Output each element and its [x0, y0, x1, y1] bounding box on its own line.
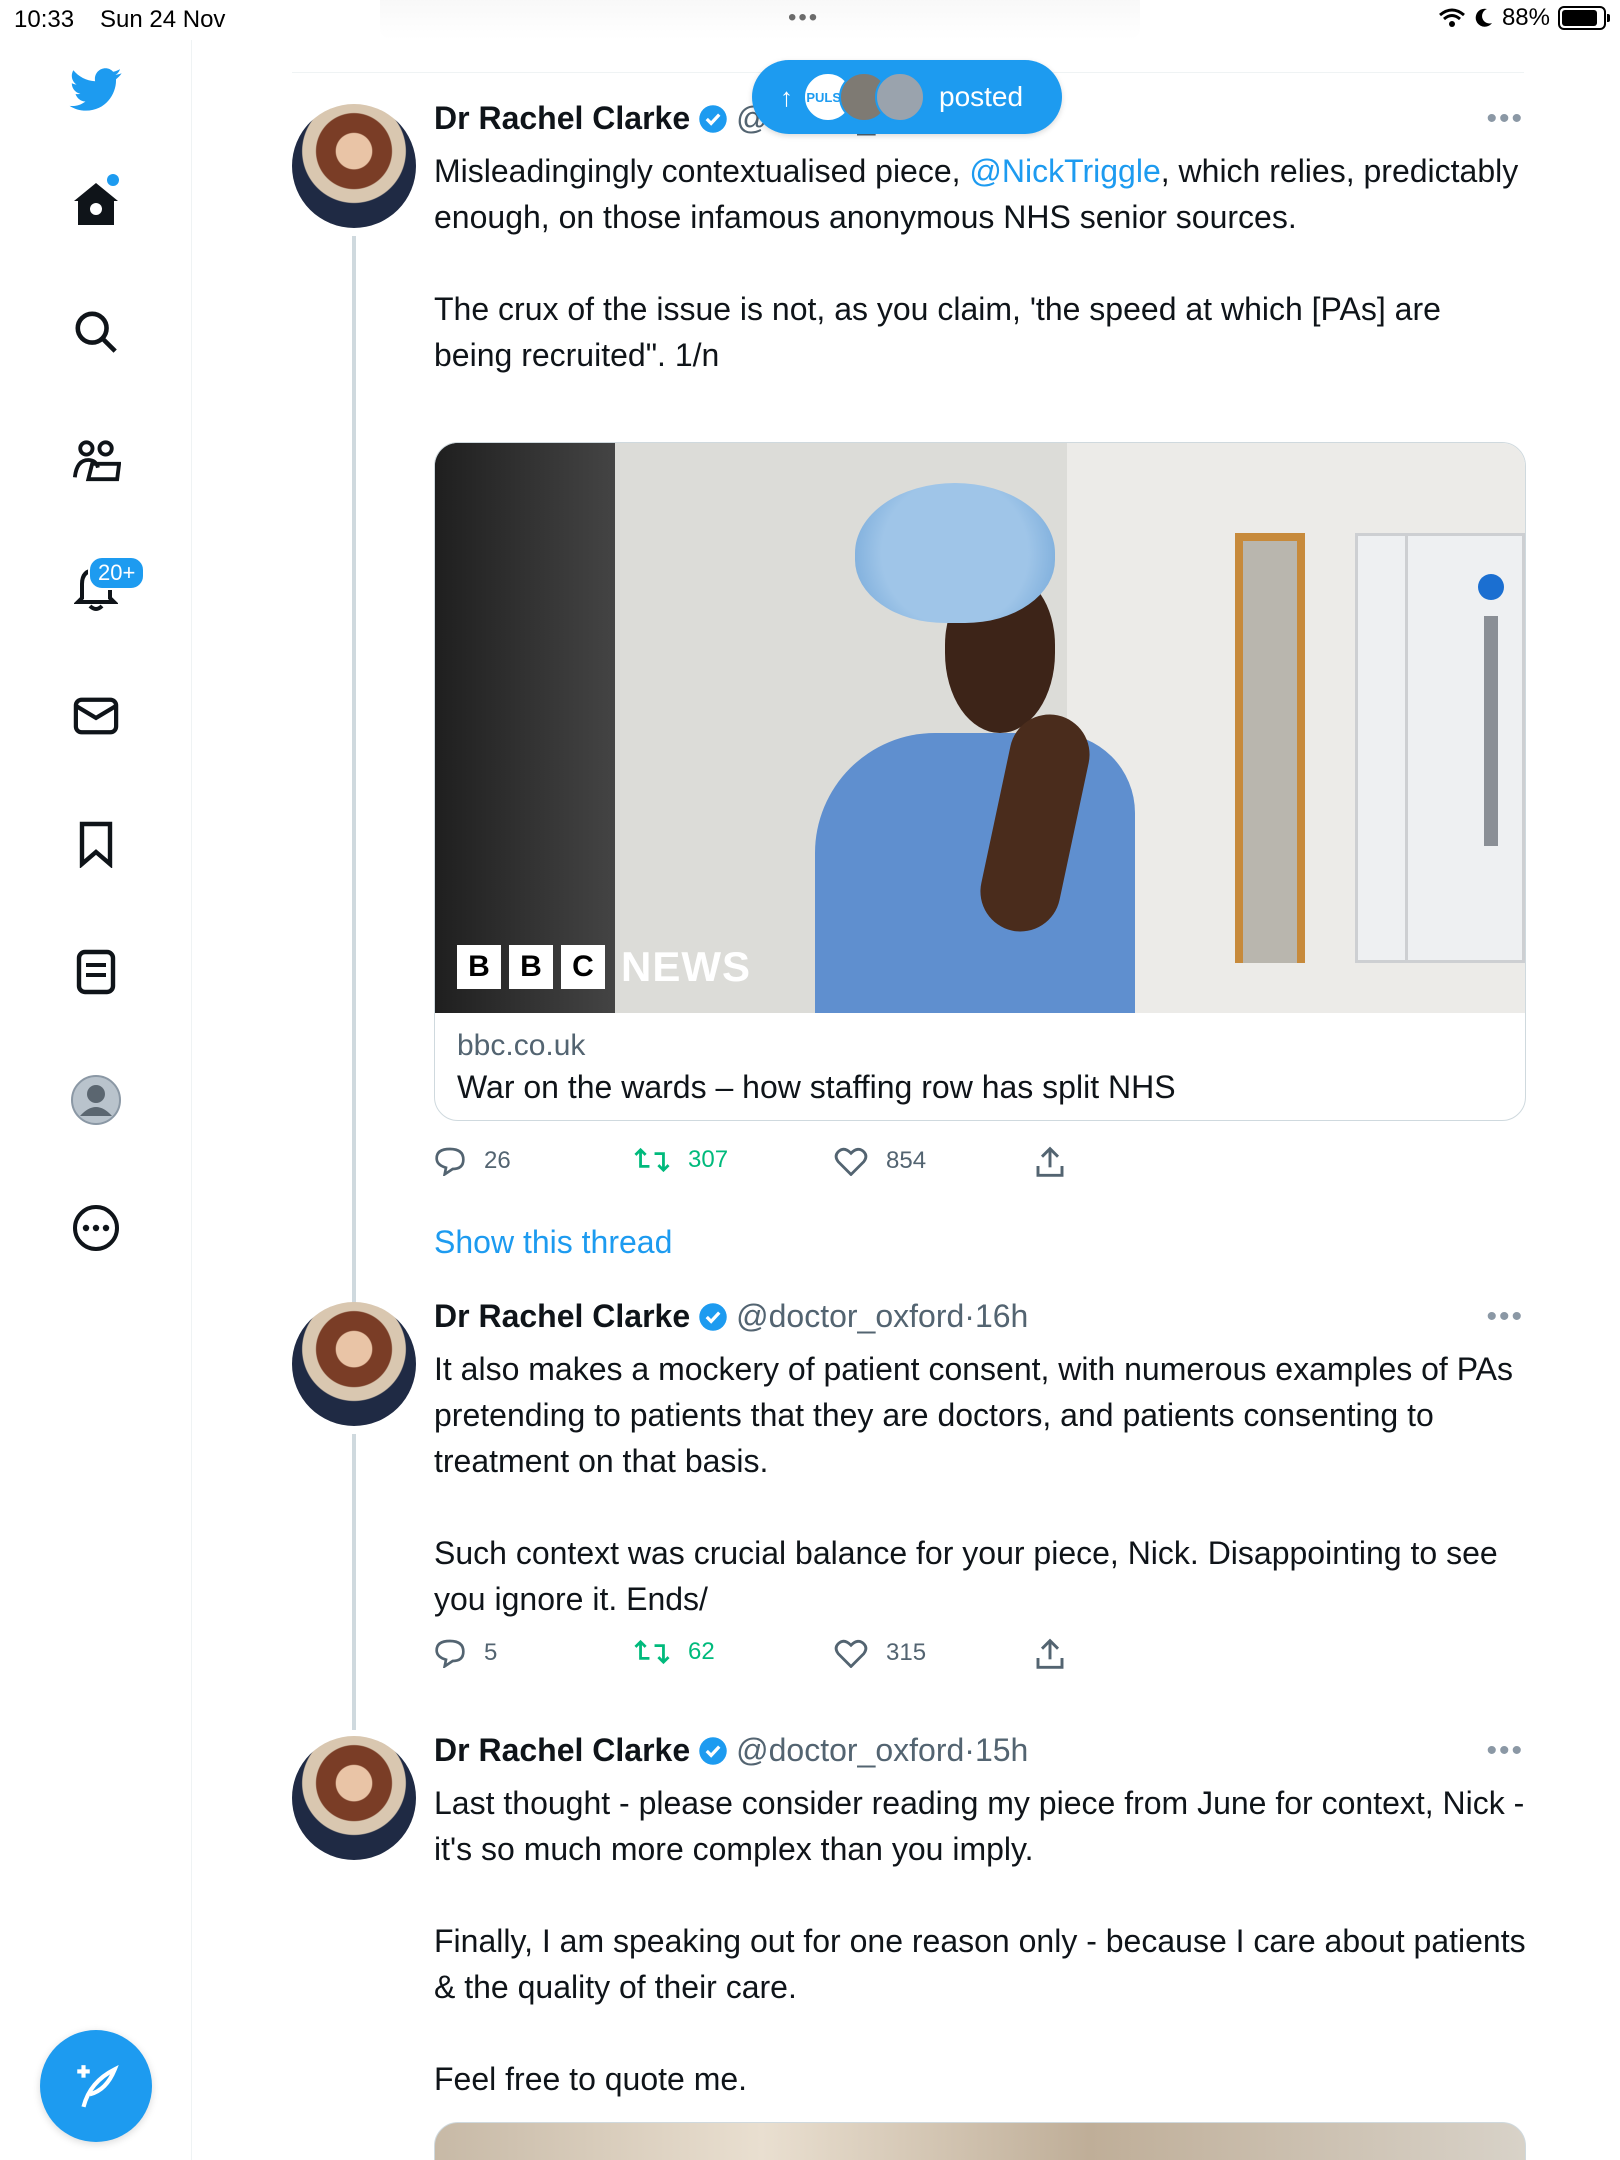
new-posts-label: posted — [939, 81, 1024, 112]
retweet-button[interactable]: 62 — [634, 1638, 715, 1666]
card-image-door — [1405, 533, 1525, 963]
separator: · — [964, 1732, 975, 1768]
new-posts-pill[interactable]: ↑ PULSE posted — [752, 60, 1062, 134]
card-image-doorframe — [1235, 533, 1305, 963]
author-handle[interactable]: @doctor_oxford — [736, 1732, 964, 1769]
thread-line — [352, 236, 356, 1326]
heart-icon — [834, 1147, 868, 1176]
bbc-news-logo: B B C NEWS — [457, 943, 751, 991]
share-button[interactable] — [1034, 1638, 1066, 1670]
tweet-text-part: Misleadingingly contextualised piece, — [434, 153, 970, 189]
twitter-logo-icon[interactable] — [66, 60, 126, 120]
tweet-text: Misleadingingly contextualised piece, @N… — [434, 148, 1526, 378]
bbc-block: C — [561, 945, 605, 989]
thread-gap-dots — [352, 1232, 356, 1254]
status-right: 88% — [1438, 4, 1610, 32]
retweet-icon — [634, 1639, 670, 1665]
moon-icon — [1475, 8, 1492, 27]
author-name[interactable]: Dr Rachel Clarke — [434, 1298, 690, 1335]
avatar[interactable] — [292, 1736, 416, 1860]
like-button[interactable]: 854 — [834, 1146, 926, 1176]
more-options-icon[interactable]: ••• — [1486, 102, 1524, 136]
link-card[interactable]: B B C NEWS bbc.co.uk War on the wards – … — [434, 442, 1526, 1121]
share-icon — [1036, 1638, 1064, 1669]
verified-badge-icon — [699, 104, 727, 133]
bbc-block: B — [509, 945, 553, 989]
compose-tweet-button[interactable] — [40, 2030, 152, 2142]
reply-icon — [435, 1147, 465, 1176]
reply-button[interactable]: 26 — [434, 1146, 511, 1176]
share-icon — [1036, 1146, 1064, 1177]
avatar[interactable] — [292, 1302, 416, 1426]
wifi-icon — [1438, 8, 1465, 27]
author-name[interactable]: Dr Rachel Clarke — [434, 100, 690, 137]
verified-badge-icon — [699, 1736, 727, 1765]
retweet-button[interactable]: 307 — [634, 1146, 728, 1174]
tweet-actions: 26 307 854 — [434, 1146, 1134, 1186]
multitasking-dots-icon[interactable]: ••• — [788, 4, 819, 32]
reply-count: 5 — [484, 1639, 498, 1666]
media-preview-peek[interactable] — [434, 2122, 1526, 2160]
timestamp[interactable]: 15h — [975, 1732, 1028, 1769]
communities-icon[interactable] — [66, 430, 126, 490]
like-button[interactable]: 315 — [834, 1638, 926, 1668]
poster-avatar — [875, 72, 925, 122]
reply-button[interactable]: 5 — [434, 1638, 497, 1668]
card-meta: bbc.co.uk War on the wards – how staffin… — [435, 1013, 1525, 1120]
lists-icon[interactable] — [66, 942, 126, 1002]
separator: · — [964, 1298, 975, 1334]
tweet-actions: 5 62 315 — [434, 1638, 1134, 1678]
status-time: 10:33 — [14, 6, 75, 33]
search-icon[interactable] — [66, 302, 126, 362]
reply-count: 26 — [484, 1147, 511, 1174]
author-name[interactable]: Dr Rachel Clarke — [434, 1732, 690, 1769]
verified-badge-icon — [699, 1302, 727, 1331]
tweet-text: Last thought - please consider reading m… — [434, 1785, 1526, 2097]
like-count: 854 — [886, 1147, 927, 1174]
arrow-up-icon: ↑ — [780, 81, 793, 112]
mention-link[interactable]: @NickTriggle — [969, 153, 1160, 189]
notifications-badge: 20+ — [88, 556, 146, 590]
messages-icon[interactable] — [66, 686, 126, 746]
like-count: 315 — [886, 1639, 927, 1666]
bookmarks-icon[interactable] — [66, 814, 126, 874]
tweet-text: It also makes a mockery of patient conse… — [434, 1351, 1514, 1617]
battery-icon — [1558, 6, 1610, 30]
sidebar: 20+ — [0, 40, 192, 2160]
retweet-count: 62 — [688, 1638, 715, 1665]
card-image-person — [795, 443, 1135, 1013]
reply-icon — [435, 1639, 465, 1668]
card-image-wall — [435, 443, 615, 1013]
pill-avatars: PULSE — [803, 72, 925, 122]
tweet-header: Dr Rachel Clarke @doctor_oxford · 16h — [434, 1298, 1028, 1335]
status-bar: 10:33 Sun 24 Nov ••• 88% — [0, 0, 1620, 40]
battery-percent: 88% — [1501, 4, 1550, 31]
timestamp[interactable]: 16h — [975, 1298, 1028, 1335]
bbc-news-word: NEWS — [621, 943, 751, 990]
heart-icon — [834, 1639, 868, 1668]
compose-feather-icon — [77, 2065, 119, 2108]
more-options-icon[interactable]: ••• — [1486, 1300, 1524, 1334]
more-options-icon[interactable]: ••• — [1486, 1734, 1524, 1768]
card-domain: bbc.co.uk — [457, 1029, 586, 1062]
card-image: B B C NEWS — [435, 443, 1525, 1013]
retweet-icon — [634, 1147, 670, 1173]
tweet-header: Dr Rachel Clarke @doctor_oxford · 15h — [434, 1732, 1028, 1769]
retweet-count: 307 — [688, 1146, 729, 1173]
home-unread-dot — [107, 174, 119, 186]
status-date: Sun 24 Nov — [100, 6, 226, 33]
card-title: War on the wards – how staffing row has … — [457, 1069, 1176, 1105]
profile-icon[interactable] — [66, 1070, 126, 1130]
avatar[interactable] — [292, 104, 416, 228]
bbc-block: B — [457, 945, 501, 989]
author-handle[interactable]: @doctor_oxford — [736, 1298, 964, 1335]
share-button[interactable] — [1034, 1146, 1066, 1178]
show-thread-link[interactable]: Show this thread — [434, 1224, 672, 1261]
more-icon[interactable] — [66, 1198, 126, 1258]
thread-line — [352, 1434, 356, 1730]
